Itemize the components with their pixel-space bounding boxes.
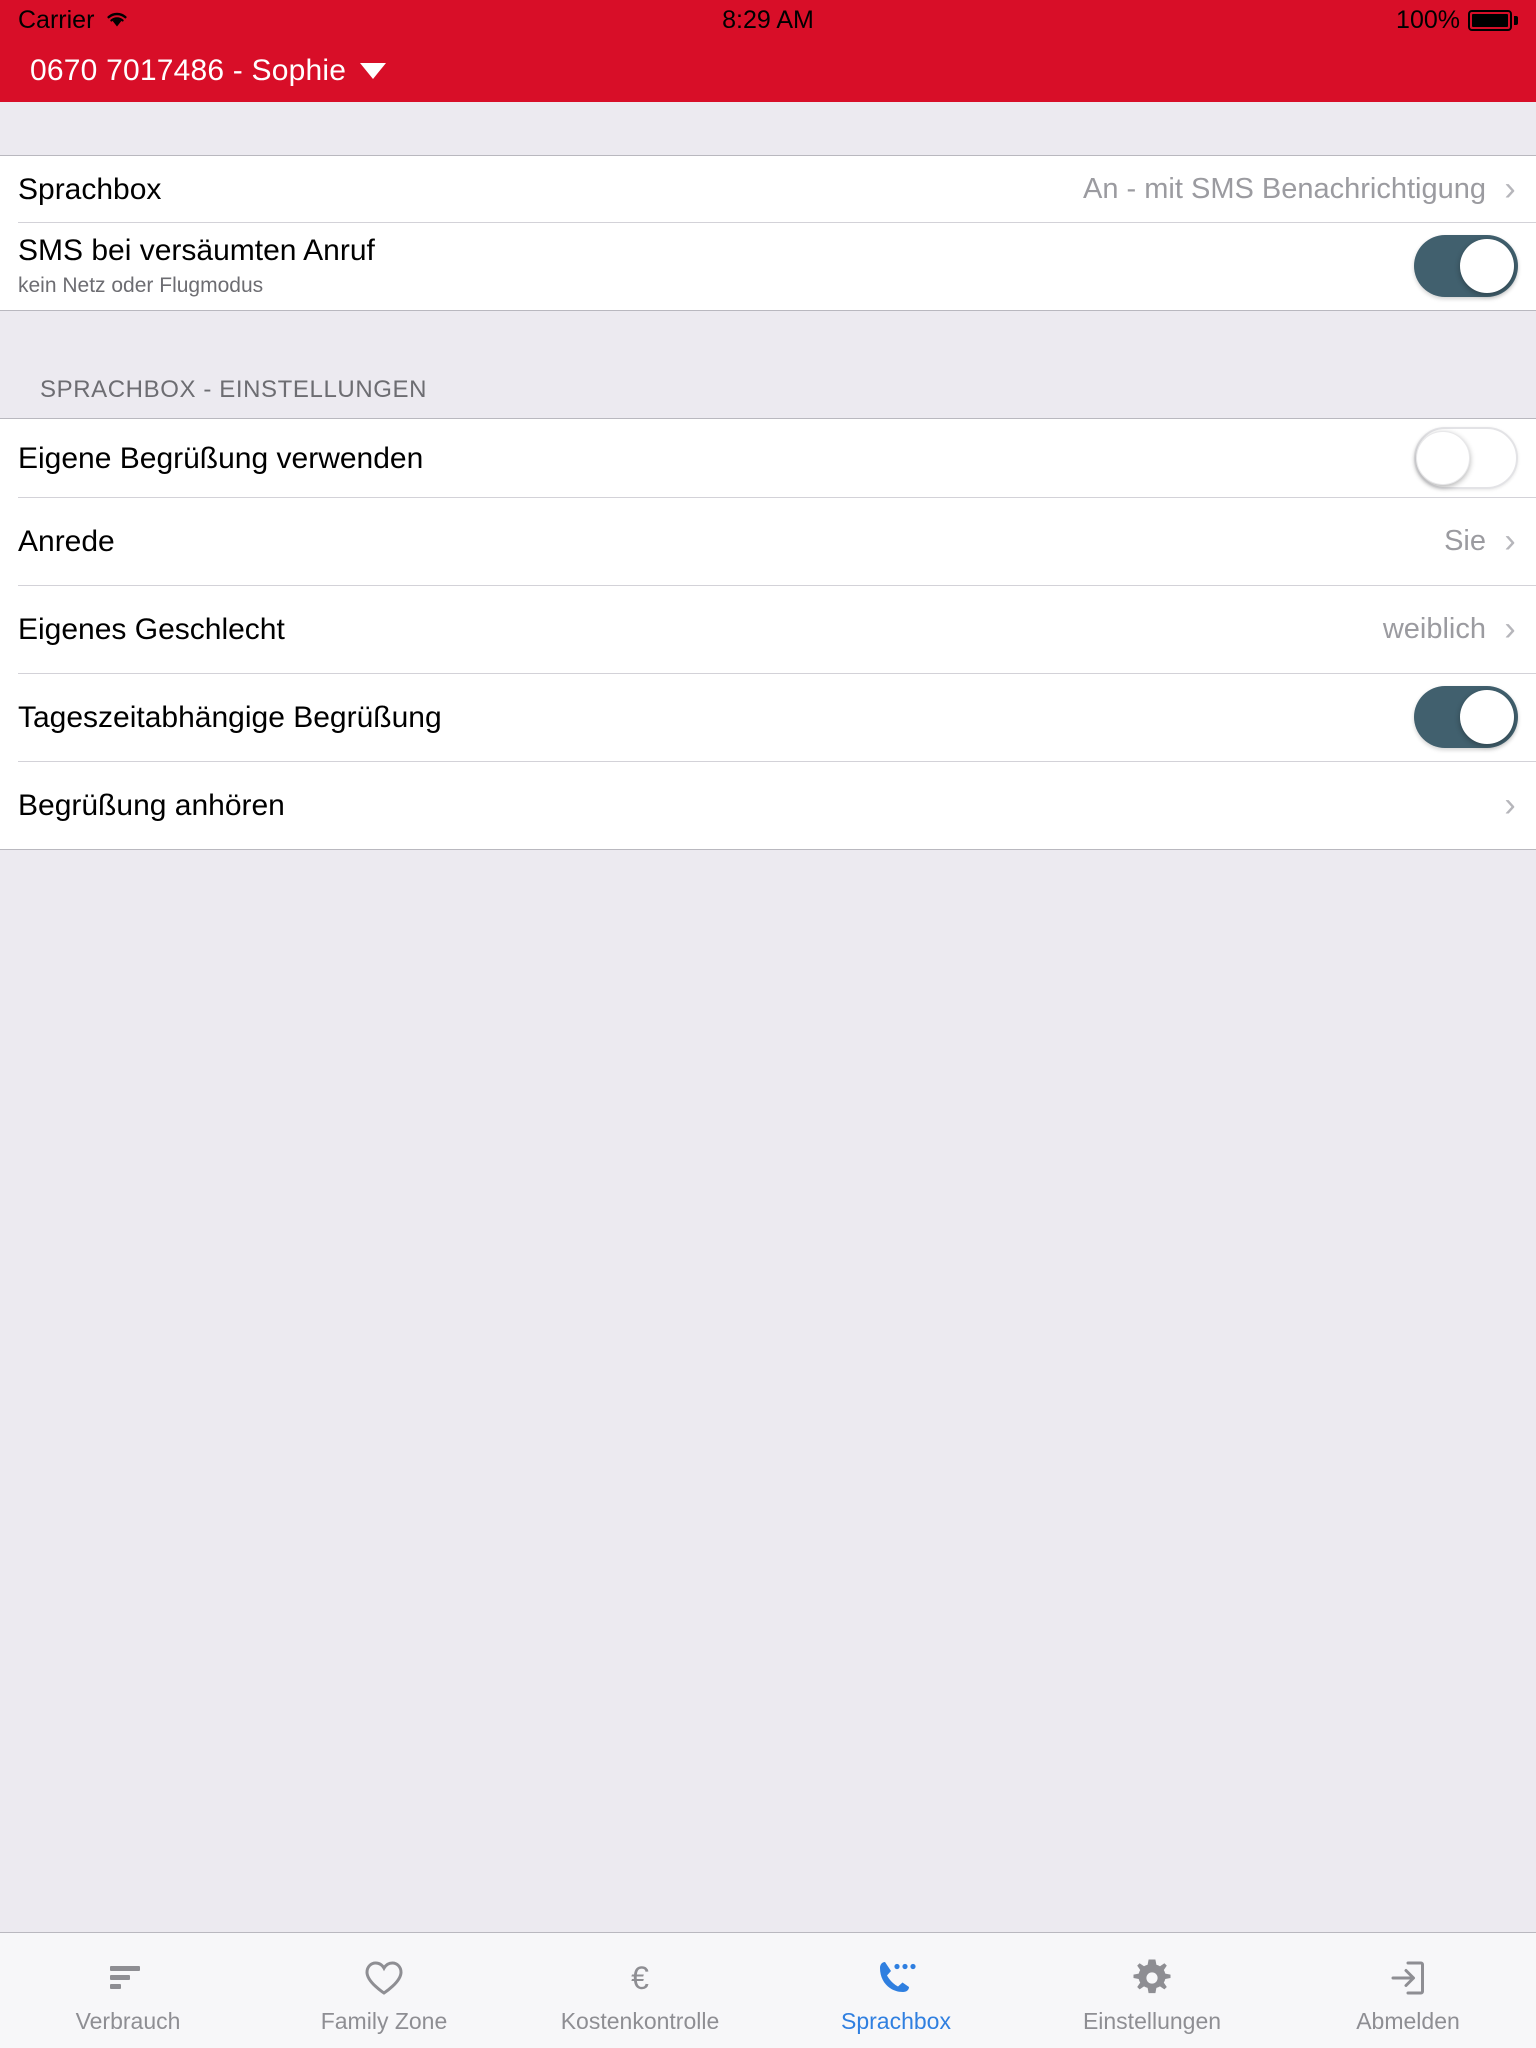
tab-kostenkontrolle[interactable]: € Kostenkontrolle — [512, 1933, 768, 2048]
battery-percent-label: 100% — [1396, 5, 1460, 34]
section-spacer — [0, 311, 1536, 354]
row-sms-bei-versaeumten-anruf[interactable]: SMS bei versäumten Anruf kein Netz oder … — [0, 222, 1536, 310]
row-begruessung-anhoeren-title: Begrüßung anhören — [18, 788, 285, 822]
row-sms-title: SMS bei versäumten Anruf — [18, 234, 375, 268]
row-anrede-value: Sie — [1444, 524, 1486, 557]
bars-icon — [106, 1956, 150, 2000]
phone-dots-icon — [875, 1956, 917, 2000]
chevron-down-icon — [360, 63, 387, 79]
euro-icon: € — [620, 1956, 660, 2000]
status-bar-right: 100% — [1396, 6, 1518, 35]
row-eigenes-geschlecht-value: weiblich — [1382, 612, 1486, 645]
row-sms-subtitle: kein Netz oder Flugmodus — [18, 274, 264, 298]
tab-einstellungen-label: Einstellungen — [1082, 2008, 1222, 2034]
row-begruessung-anhoeren[interactable]: Begrüßung anhören › — [0, 761, 1536, 849]
chevron-right-icon: › — [1504, 170, 1516, 208]
chevron-right-icon: › — [1504, 786, 1516, 824]
status-bar: Carrier 8:29 AM 100% — [0, 0, 1536, 40]
row-eigenes-geschlecht-title: Eigenes Geschlecht — [18, 612, 285, 646]
top-spacer — [0, 102, 1536, 155]
tab-verbrauch-label: Verbrauch — [75, 2008, 181, 2034]
toggle-tageszeitabhaengige-begruessung[interactable] — [1414, 686, 1518, 748]
gear-icon — [1131, 1956, 1173, 2000]
row-anrede-texts: Anrede — [18, 525, 1444, 558]
row-sprachbox-texts: Sprachbox — [18, 173, 1083, 206]
heart-icon — [363, 1956, 405, 2000]
tab-verbrauch[interactable]: Verbrauch — [0, 1933, 256, 2048]
row-anrede[interactable]: Anrede Sie › — [0, 497, 1536, 585]
settings-content: Sprachbox An - mit SMS Benachrichtigung … — [0, 102, 1536, 1932]
toggle-knob — [1460, 239, 1514, 293]
row-eigene-begruessung-title: Eigene Begrüßung verwenden — [18, 441, 424, 475]
carrier-label: Carrier — [18, 5, 95, 34]
row-tageszeitabhaengige-begruessung[interactable]: Tageszeitabhängige Begrüßung — [0, 673, 1536, 761]
tab-kostenkontrolle-label: Kostenkontrolle — [560, 2008, 720, 2034]
navigation-header: 0670 7017486 - Sophie — [0, 40, 1536, 102]
row-sms-texts: SMS bei versäumten Anruf kein Netz oder … — [18, 234, 1414, 297]
toggle-eigene-begruessung-verwenden[interactable] — [1414, 427, 1518, 489]
row-sprachbox-title: Sprachbox — [18, 172, 162, 206]
tab-abmelden[interactable]: Abmelden — [1280, 1933, 1536, 2048]
account-selector[interactable]: 0670 7017486 - Sophie — [30, 54, 387, 88]
toggle-knob — [1416, 431, 1470, 485]
row-eigenes-geschlecht[interactable]: Eigenes Geschlecht weiblich › — [0, 585, 1536, 673]
status-bar-time: 8:29 AM — [722, 5, 814, 34]
chevron-right-icon: › — [1504, 610, 1516, 648]
settings-group-voicemail: Sprachbox An - mit SMS Benachrichtigung … — [0, 155, 1536, 311]
tab-sprachbox-label: Sprachbox — [841, 2008, 951, 2034]
row-eigenes-geschlecht-texts: Eigenes Geschlecht — [18, 613, 1383, 646]
tab-abmelden-label: Abmelden — [1356, 2008, 1460, 2034]
settings-group-voicemail-settings: Eigene Begrüßung verwenden Anrede Sie › … — [0, 418, 1536, 850]
chevron-right-icon: › — [1504, 522, 1516, 560]
row-sprachbox-value: An - mit SMS Benachrichtigung — [1083, 172, 1486, 205]
row-anrede-title: Anrede — [18, 524, 115, 558]
tab-family-zone-label: Family Zone — [320, 2008, 448, 2034]
tab-einstellungen[interactable]: Einstellungen — [1024, 1933, 1280, 2048]
row-sprachbox[interactable]: Sprachbox An - mit SMS Benachrichtigung … — [0, 156, 1536, 222]
toggle-knob — [1460, 690, 1514, 744]
wifi-icon — [104, 6, 130, 35]
status-bar-left: Carrier — [18, 6, 130, 35]
tab-bar: Verbrauch Family Zone € Kostenkontrolle — [0, 1932, 1536, 2048]
row-tageszeit-texts: Tageszeitabhängige Begrüßung — [18, 701, 1414, 734]
section-header-sprachbox-einstellungen: SPRACHBOX - EINSTELLUNGEN — [0, 354, 1536, 418]
row-begruessung-anhoeren-texts: Begrüßung anhören — [18, 789, 1502, 822]
row-eigene-begruessung-verwenden[interactable]: Eigene Begrüßung verwenden — [0, 419, 1536, 497]
page-title: 0670 7017486 - Sophie — [30, 54, 347, 87]
battery-full-icon — [1468, 9, 1518, 31]
toggle-sms-bei-versaeumten-anruf[interactable] — [1414, 235, 1518, 297]
tab-family-zone[interactable]: Family Zone — [256, 1933, 512, 2048]
row-eigene-begruessung-texts: Eigene Begrüßung verwenden — [18, 442, 1414, 475]
tab-sprachbox[interactable]: Sprachbox — [768, 1933, 1024, 2048]
svg-text:€: € — [631, 1960, 649, 1996]
logout-icon — [1388, 1956, 1428, 2000]
app-root: Carrier 8:29 AM 100% 0670 7017486 - Soph… — [0, 0, 1536, 2048]
row-tageszeit-title: Tageszeitabhängige Begrüßung — [18, 700, 442, 734]
